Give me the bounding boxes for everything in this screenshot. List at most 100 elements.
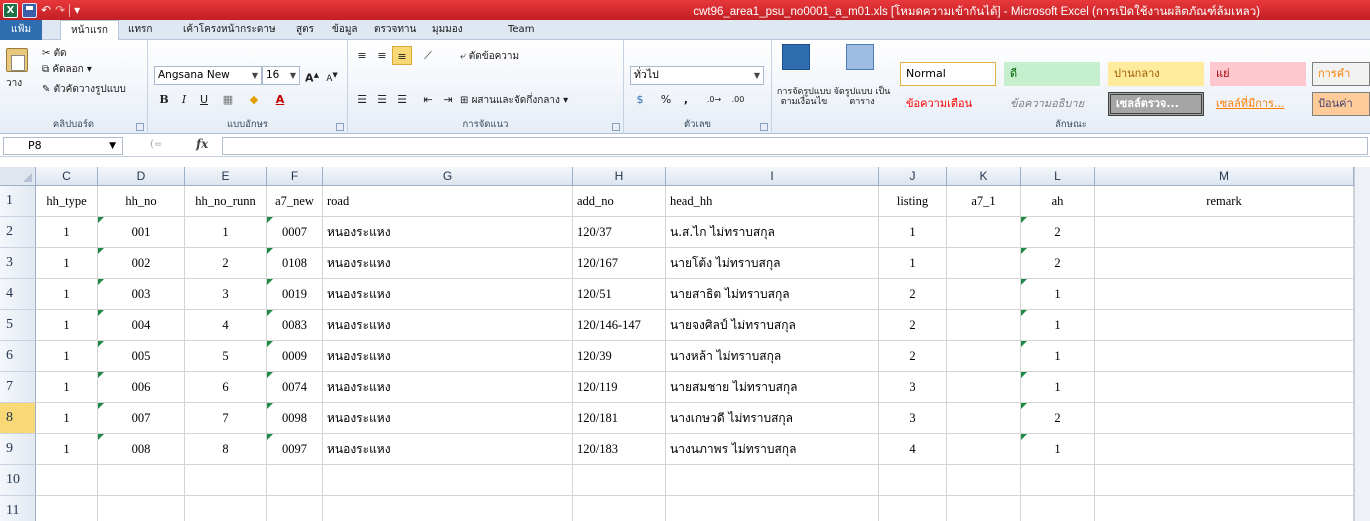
- table-cell[interactable]: 004: [98, 310, 185, 341]
- copy-button[interactable]: ⧉ คัดลอก ▾: [42, 62, 92, 77]
- table-cell[interactable]: 120/167: [573, 248, 666, 279]
- undo-icon[interactable]: ↶: [41, 2, 51, 18]
- header-cell[interactable]: ah: [1021, 186, 1095, 217]
- currency-icon[interactable]: $: [630, 90, 650, 109]
- row-header[interactable]: 11: [0, 496, 36, 521]
- increase-decimal-icon[interactable]: .0→: [704, 90, 724, 109]
- header-cell[interactable]: a7_new: [267, 186, 323, 217]
- table-cell[interactable]: 2: [879, 279, 947, 310]
- header-cell[interactable]: add_no: [573, 186, 666, 217]
- name-box[interactable]: P8 ▼: [3, 137, 123, 155]
- table-cell[interactable]: นายจงศิลป์ ไม่ทราบสกุล: [666, 310, 879, 341]
- header-cell[interactable]: head_hh: [666, 186, 879, 217]
- wrap-text-button[interactable]: ⤶ ตัดข้อความ: [460, 49, 519, 64]
- style-calculation[interactable]: การคำ: [1312, 62, 1370, 86]
- table-cell[interactable]: นายสมชาย ไม่ทราบสกุล: [666, 372, 879, 403]
- table-cell[interactable]: [1095, 372, 1354, 403]
- table-cell[interactable]: หนองระแหง: [323, 434, 573, 465]
- empty-cell[interactable]: [98, 465, 185, 496]
- table-cell[interactable]: นายสาธิต ไม่ทราบสกุล: [666, 279, 879, 310]
- number-format-select[interactable]: ทั่วไป ▼: [630, 66, 764, 85]
- table-cell[interactable]: [1095, 279, 1354, 310]
- table-cell[interactable]: 0097: [267, 434, 323, 465]
- tab-insert[interactable]: แทรก: [128, 20, 152, 40]
- table-cell[interactable]: 1: [1021, 279, 1095, 310]
- empty-cell[interactable]: [36, 465, 98, 496]
- format-as-table-icon[interactable]: [846, 44, 874, 70]
- row-header[interactable]: 5: [0, 310, 36, 341]
- style-explanatory-text[interactable]: ข้อความอธิบาย: [1004, 92, 1100, 116]
- header-cell[interactable]: remark: [1095, 186, 1354, 217]
- header-cell[interactable]: hh_no: [98, 186, 185, 217]
- table-cell[interactable]: [947, 279, 1021, 310]
- row-header[interactable]: 7: [0, 372, 36, 403]
- italic-button[interactable]: I: [174, 90, 194, 109]
- row-header[interactable]: 10: [0, 465, 36, 496]
- table-cell[interactable]: 1: [36, 248, 98, 279]
- empty-cell[interactable]: [323, 496, 573, 521]
- header-cell[interactable]: road: [323, 186, 573, 217]
- row-header[interactable]: 2: [0, 217, 36, 248]
- table-cell[interactable]: 120/183: [573, 434, 666, 465]
- column-header-C[interactable]: C: [36, 167, 98, 186]
- table-cell[interactable]: 1: [879, 217, 947, 248]
- tab-page-layout[interactable]: เค้าโครงหน้ากระดาษ: [183, 20, 276, 40]
- column-header-G[interactable]: G: [323, 167, 573, 186]
- tab-view[interactable]: มุมมอง: [432, 20, 463, 40]
- table-cell[interactable]: น.ส.ไก ไม่ทราบสกุล: [666, 217, 879, 248]
- table-cell[interactable]: 3: [185, 279, 267, 310]
- customize-qat-icon[interactable]: ▾: [74, 2, 80, 18]
- table-cell[interactable]: 1: [36, 217, 98, 248]
- style-bad[interactable]: แย่: [1210, 62, 1306, 86]
- column-header-K[interactable]: K: [947, 167, 1021, 186]
- table-cell[interactable]: 007: [98, 403, 185, 434]
- header-cell[interactable]: hh_type: [36, 186, 98, 217]
- table-cell[interactable]: 002: [98, 248, 185, 279]
- table-cell[interactable]: 3: [879, 403, 947, 434]
- empty-cell[interactable]: [947, 465, 1021, 496]
- table-cell[interactable]: หนองระแหง: [323, 279, 573, 310]
- empty-cell[interactable]: [1021, 465, 1095, 496]
- tab-team[interactable]: Team: [508, 20, 534, 40]
- align-right-icon[interactable]: ☰: [392, 90, 412, 109]
- table-cell[interactable]: 0098: [267, 403, 323, 434]
- table-cell[interactable]: 1: [36, 279, 98, 310]
- column-header-F[interactable]: F: [267, 167, 323, 186]
- fill-color-icon[interactable]: ◆: [244, 90, 264, 109]
- table-cell[interactable]: 0074: [267, 372, 323, 403]
- header-cell[interactable]: hh_no_runn: [185, 186, 267, 217]
- table-cell[interactable]: 003: [98, 279, 185, 310]
- table-cell[interactable]: 3: [879, 372, 947, 403]
- align-center-icon[interactable]: ☰: [372, 90, 392, 109]
- table-cell[interactable]: หนองระแหง: [323, 248, 573, 279]
- paste-icon[interactable]: [6, 48, 28, 72]
- style-warning-text[interactable]: ข้อความเตือน: [900, 92, 996, 116]
- table-cell[interactable]: [947, 434, 1021, 465]
- table-cell[interactable]: 120/39: [573, 341, 666, 372]
- table-cell[interactable]: หนองระแหง: [323, 341, 573, 372]
- row-header[interactable]: 1: [0, 186, 36, 217]
- table-cell[interactable]: 005: [98, 341, 185, 372]
- tab-home[interactable]: หน้าแรก: [60, 20, 119, 41]
- increase-indent-icon[interactable]: ⇥: [438, 90, 458, 109]
- empty-cell[interactable]: [666, 496, 879, 521]
- table-cell[interactable]: 120/181: [573, 403, 666, 434]
- tab-formulas[interactable]: สูตร: [296, 20, 314, 40]
- empty-cell[interactable]: [1021, 496, 1095, 521]
- cut-button[interactable]: ✂ ตัด: [42, 46, 67, 61]
- header-cell[interactable]: listing: [879, 186, 947, 217]
- font-launcher-icon[interactable]: [336, 123, 344, 131]
- borders-icon[interactable]: ▦: [218, 90, 238, 109]
- table-cell[interactable]: นายโต้ง ไม่ทราบสกุล: [666, 248, 879, 279]
- vertical-scrollbar[interactable]: [1354, 167, 1370, 521]
- table-cell[interactable]: 8: [185, 434, 267, 465]
- table-cell[interactable]: 2: [185, 248, 267, 279]
- table-cell[interactable]: 4: [185, 310, 267, 341]
- row-header[interactable]: 4: [0, 279, 36, 310]
- table-cell[interactable]: [1095, 341, 1354, 372]
- table-cell[interactable]: 2: [1021, 248, 1095, 279]
- insert-function-icon[interactable]: fx: [196, 137, 208, 151]
- table-cell[interactable]: 6: [185, 372, 267, 403]
- align-top-icon[interactable]: ≡: [352, 46, 372, 65]
- table-cell[interactable]: 0009: [267, 341, 323, 372]
